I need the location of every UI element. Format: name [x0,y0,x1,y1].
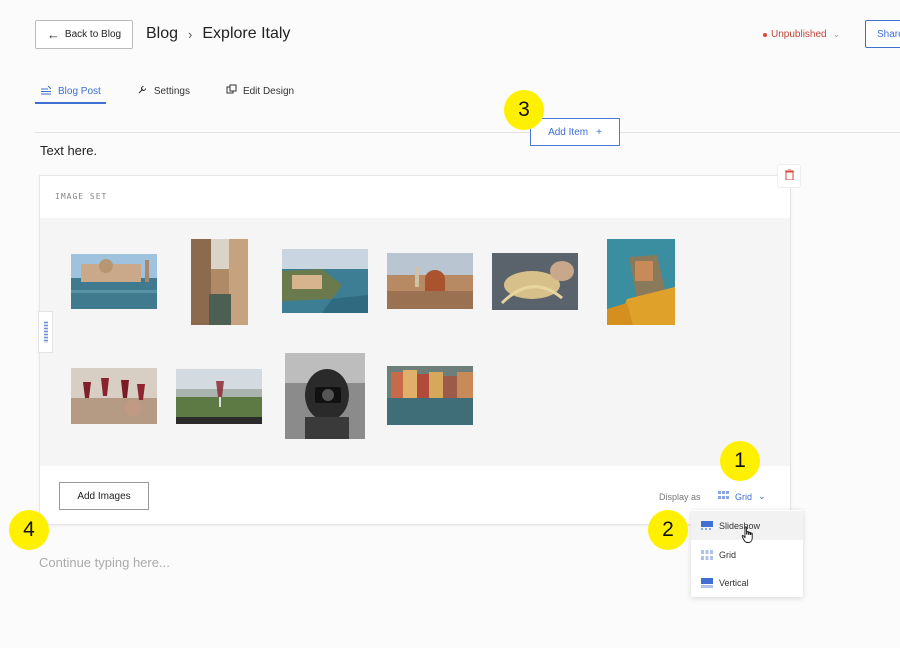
annotation-badge-3: 3 [504,90,544,130]
display-mode-select[interactable]: Grid ⌄ [718,491,766,502]
photo-venice-narrow-canal[interactable] [191,239,248,325]
display-options-menu: Slideshow Grid Vertical [691,510,803,597]
tab-label: Blog Post [58,85,101,97]
status-dropdown[interactable]: Unpublished ⌄ [763,29,840,40]
image-set-block[interactable]: IMAGE SET Add Images Display as Grid ⌄ [39,175,791,525]
breadcrumb: Blog › Explore Italy [146,25,290,43]
share-label: Share [877,28,900,40]
back-to-blog-label: Back to Blog [64,29,122,40]
intro-text[interactable]: Text here. [40,143,97,158]
photo-pasta-making[interactable] [492,253,578,310]
breadcrumb-blog[interactable]: Blog [146,25,178,43]
photo-florence-duomo[interactable] [387,253,473,309]
drag-handle[interactable] [38,311,53,353]
add-images-button[interactable]: Add Images [59,482,149,510]
grid-icon [701,549,713,560]
status-dot-icon [763,32,767,37]
share-button[interactable]: Share [865,20,900,48]
editor-tabs: Blog Post Settings Edit Design [35,80,299,104]
blog-post-icon [40,85,52,98]
option-vertical[interactable]: Vertical [691,568,803,597]
photo-cinque-terre-coast[interactable] [282,249,368,313]
content-divider [35,132,900,133]
plus-icon: + [596,126,602,138]
annotation-badge-1: 1 [720,441,760,481]
breadcrumb-separator: › [188,26,193,42]
photo-vineyard-wine-glass[interactable] [176,369,262,424]
trash-icon [784,168,794,183]
continue-typing-placeholder[interactable]: Continue typing here... [39,555,170,570]
page-title: Explore Italy [202,25,291,42]
grid-icon [718,491,729,502]
annotation-badge-2: 2 [648,510,688,550]
arrow-left-icon: ← [46,27,60,42]
photo-vernazza-cliff[interactable] [607,239,675,325]
option-label: Vertical [719,577,749,588]
wrench-icon [137,84,148,98]
status-label: Unpublished [771,29,827,40]
option-grid[interactable]: Grid [691,540,803,569]
tab-label: Edit Design [242,85,295,97]
photo-venice-canal[interactable] [71,254,157,309]
photo-photographer-bw[interactable] [285,353,365,439]
display-mode-value: Grid [735,491,753,502]
tab-label: Settings [153,85,190,97]
delete-block-button[interactable] [777,164,801,188]
add-item-button[interactable]: Add Item + [530,118,620,146]
chevron-down-icon: ⌄ [758,491,766,501]
photo-wine-toast[interactable] [71,368,157,424]
image-set-label: IMAGE SET [55,192,108,201]
drag-dots-icon [43,321,48,343]
chevron-down-icon: ⌄ [832,29,841,39]
option-label: Grid [719,549,737,560]
hand-cursor-icon [741,526,753,543]
add-item-label: Add Item [548,126,589,138]
add-images-label: Add Images [77,490,131,502]
annotation-badge-4: 4 [9,510,49,550]
display-as-label: Display as [659,492,701,502]
tab-edit-design[interactable]: Edit Design [221,80,299,102]
layers-icon [226,84,237,98]
vertical-icon [701,577,713,588]
photo-riomaggiore-harbor[interactable] [387,366,473,425]
back-to-blog-button[interactable]: ← Back to Blog [35,20,133,49]
top-bar: ← Back to Blog Blog › Explore Italy Unpu… [0,0,900,70]
slideshow-icon [701,520,713,531]
tab-blog-post[interactable]: Blog Post [35,80,106,104]
tab-settings[interactable]: Settings [132,80,195,102]
